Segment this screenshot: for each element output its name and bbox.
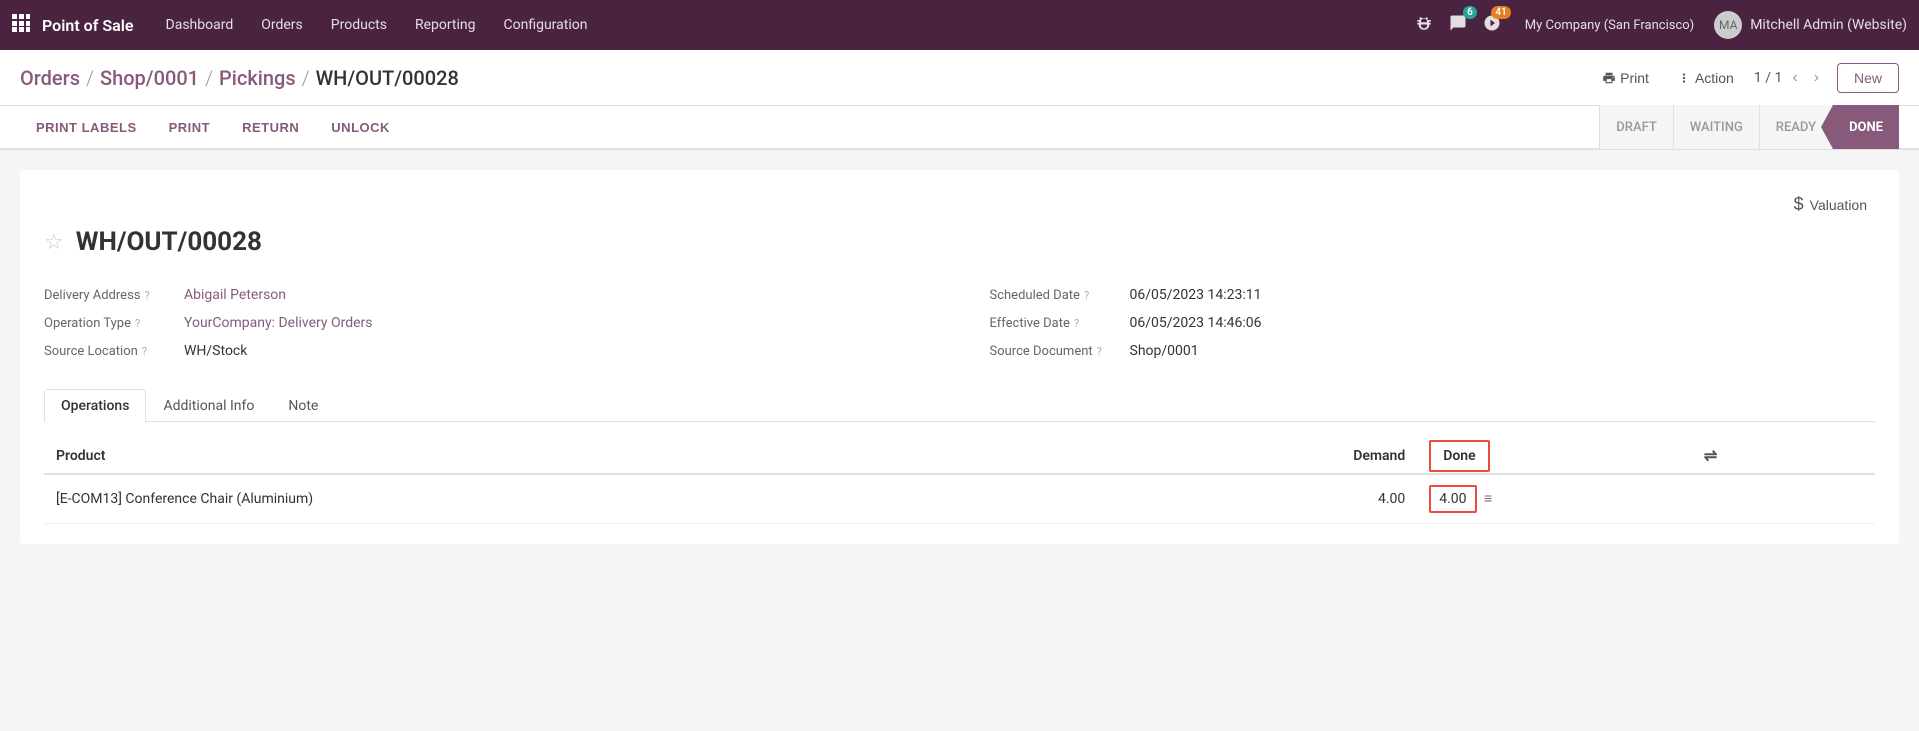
col-header-demand: Demand [1143,438,1418,474]
user-name: Mitchell Admin (Website) [1750,17,1907,33]
col-header-action: ⇌ [1692,438,1875,474]
nav-configuration[interactable]: Configuration [492,0,600,50]
source-document-help[interactable]: ? [1097,345,1102,358]
source-location-help[interactable]: ? [142,345,147,358]
delivery-address-row: Delivery Address ? Abigail Peterson [44,281,930,309]
effective-date-row: Effective Date ? 06/05/2023 14:46:06 [990,309,1876,337]
pagination: 1 / 1 ‹ › [1754,67,1825,89]
delivery-address-value[interactable]: Abigail Peterson [184,287,286,303]
cell-demand: 4.00 [1143,474,1418,524]
record-header: ☆ WH/OUT/00028 [44,227,1875,257]
cell-done[interactable]: 4.00 ≡ [1417,474,1692,524]
chat-badge: 6 [1463,6,1477,19]
user-avatar: MA [1714,11,1742,39]
company-name: My Company (San Francisco) [1525,18,1694,33]
top-navigation: Point of Sale Dashboard Orders Products … [0,0,1919,50]
list-icon[interactable]: ≡ [1484,491,1492,507]
scheduled-date-label: Scheduled Date ? [990,288,1130,303]
operation-type-help[interactable]: ? [135,317,140,330]
delivery-address-help[interactable]: ? [145,289,150,302]
activity-badge: 41 [1491,6,1510,19]
breadcrumb: Orders / Shop/0001 / Pickings / WH/OUT/0… [20,66,1594,90]
record-title: WH/OUT/00028 [76,227,262,257]
source-location-value: WH/Stock [184,343,247,359]
table-settings-icon[interactable]: ⇌ [1704,446,1717,465]
table-row: [E-COM13] Conference Chair (Aluminium) 4… [44,474,1875,524]
effective-date-help[interactable]: ? [1074,317,1079,330]
user-menu[interactable]: MA Mitchell Admin (Website) [1714,11,1907,39]
source-location-row: Source Location ? WH/Stock [44,337,930,365]
prev-page-button[interactable]: ‹ [1786,67,1803,89]
source-document-label: Source Document ? [990,344,1130,359]
action-toolbar: PRINT LABELS PRINT RETURN UNLOCK DRAFT W… [0,106,1919,150]
tab-operations[interactable]: Operations [44,389,146,422]
print-button[interactable]: Print [1594,66,1657,90]
tabs-bar: Operations Additional Info Note [44,389,1875,422]
operations-table: Product Demand Done ⇌ [E-COM13] Conferen… [44,438,1875,524]
effective-date-value: 06/05/2023 14:46:06 [1130,315,1262,331]
form-card: $ Valuation ☆ WH/OUT/00028 Delivery Addr… [20,170,1899,544]
chat-icon[interactable]: 6 [1445,10,1471,40]
operation-type-row: Operation Type ? YourCompany: Delivery O… [44,309,930,337]
status-waiting[interactable]: WAITING [1673,105,1759,149]
action-button[interactable]: Action [1669,66,1742,90]
operation-type-value[interactable]: YourCompany: Delivery Orders [184,315,373,331]
breadcrumb-pickings[interactable]: Pickings [219,66,296,90]
grid-menu-icon[interactable] [12,14,30,36]
delivery-address-label: Delivery Address ? [44,288,184,303]
dollar-icon: $ [1794,194,1804,215]
scheduled-date-value: 06/05/2023 14:23:11 [1130,287,1262,303]
source-document-value: Shop/0001 [1130,343,1199,359]
print-button[interactable]: PRINT [153,105,227,149]
status-done[interactable]: DONE [1832,105,1899,149]
breadcrumb-orders[interactable]: Orders [20,66,80,90]
valuation-button[interactable]: $ Valuation [1786,190,1875,219]
col-header-done: Done [1417,438,1692,474]
new-button[interactable]: New [1837,63,1899,93]
activity-icon[interactable]: 41 [1479,10,1505,40]
breadcrumb-current: WH/OUT/00028 [316,66,459,90]
effective-date-label: Effective Date ? [990,316,1130,331]
tab-additional-info[interactable]: Additional Info [146,389,271,422]
scheduled-date-row: Scheduled Date ? 06/05/2023 14:23:11 [990,281,1876,309]
status-bar: DRAFT WAITING READY DONE [1599,105,1899,149]
nav-reporting[interactable]: Reporting [403,0,488,50]
return-button[interactable]: RETURN [226,105,315,149]
cell-action [1692,474,1875,524]
scheduled-date-help[interactable]: ? [1084,289,1089,302]
favorite-star-icon[interactable]: ☆ [44,230,64,255]
status-draft[interactable]: DRAFT [1599,105,1673,149]
source-document-row: Source Document ? Shop/0001 [990,337,1876,365]
app-name[interactable]: Point of Sale [42,16,134,35]
next-page-button[interactable]: › [1808,67,1825,89]
breadcrumb-shop[interactable]: Shop/0001 [100,66,199,90]
unlock-button[interactable]: UNLOCK [315,105,406,149]
cell-product: [E-COM13] Conference Chair (Aluminium) [44,474,1143,524]
nav-products[interactable]: Products [319,0,399,50]
col-header-product: Product [44,438,1143,474]
form-fields: Delivery Address ? Abigail Peterson Oper… [44,281,1875,365]
main-content: $ Valuation ☆ WH/OUT/00028 Delivery Addr… [0,150,1919,580]
print-labels-button[interactable]: PRINT LABELS [20,105,153,149]
bug-icon[interactable] [1411,10,1437,40]
source-location-label: Source Location ? [44,344,184,359]
operation-type-label: Operation Type ? [44,316,184,331]
nav-dashboard[interactable]: Dashboard [154,0,246,50]
nav-orders[interactable]: Orders [249,0,315,50]
breadcrumb-bar: Orders / Shop/0001 / Pickings / WH/OUT/0… [0,50,1919,106]
tab-note[interactable]: Note [271,389,335,422]
